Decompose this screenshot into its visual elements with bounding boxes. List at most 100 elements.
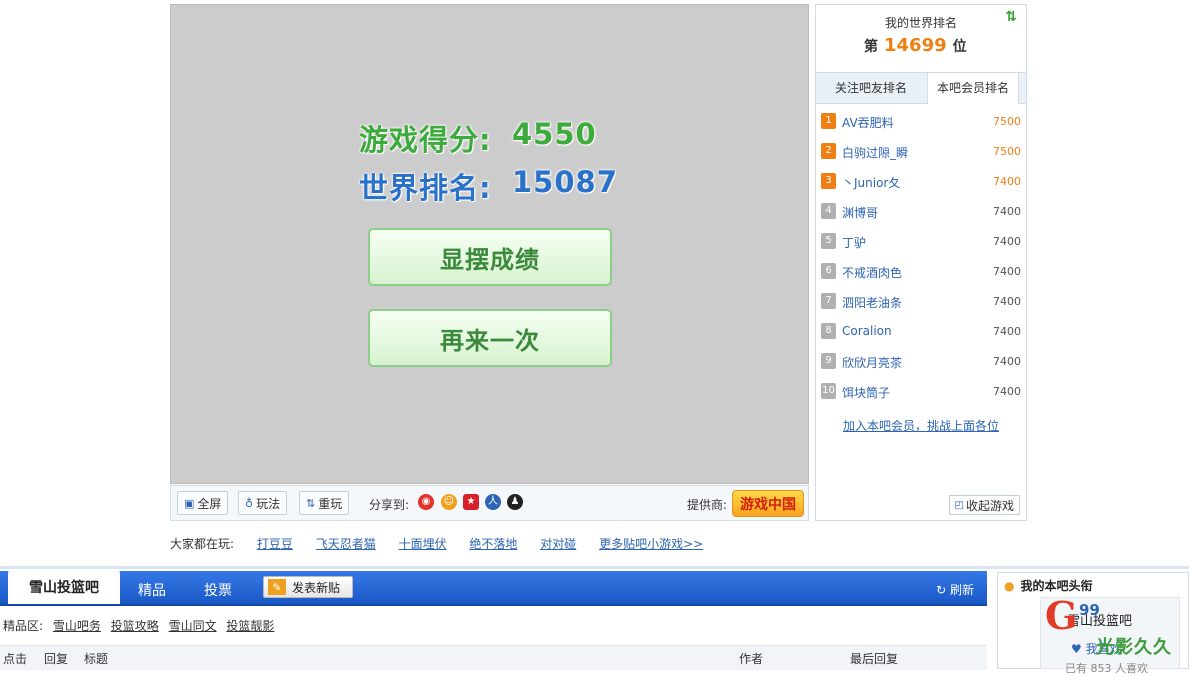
rank-score: 7500 bbox=[993, 145, 1021, 158]
join-members-link[interactable]: 加入本吧会员，挑战上面各位 bbox=[816, 417, 1026, 434]
rank-panel: 我的世界排名 ⇅ 第 14699 位 关注吧友排名 本吧会员排名 1 AV吞肥料 7… bbox=[815, 4, 1027, 521]
rank-score: 7400 bbox=[993, 295, 1021, 308]
rank-row: 4 渊博哥 7400 bbox=[821, 202, 1021, 222]
col-replies: 回复 bbox=[44, 652, 69, 666]
watermark-text: 光影久久 bbox=[1096, 637, 1172, 658]
replay-icon: ⇅ bbox=[306, 496, 316, 510]
everyone-playing-line: 大家都在玩: 打豆豆 飞天忍者猫 十面埋伏 绝不落地 对对碰 更多贴吧小游戏>> bbox=[170, 535, 703, 552]
watermark-logo: G bbox=[1045, 593, 1078, 638]
my-world-rank-title: 我的世界排名 bbox=[884, 16, 957, 30]
lightbulb-icon: ♁ bbox=[245, 496, 254, 510]
col-title: 标题 bbox=[84, 652, 109, 666]
tab-vote[interactable]: 投票 bbox=[204, 580, 232, 600]
rank-number: 2 bbox=[821, 143, 836, 159]
show-off-score-button[interactable]: 显摆成绩 bbox=[368, 228, 612, 286]
col-author: 作者 bbox=[739, 652, 764, 666]
rank-user-name[interactable]: 丶Junior夂 bbox=[842, 174, 900, 191]
rank-user-name[interactable]: 丁驴 bbox=[842, 234, 866, 251]
my-world-rank: 第 14699 位 bbox=[864, 35, 967, 56]
provider-label: 提供商: bbox=[687, 498, 728, 512]
featured-area-line: 精品区: 雪山吧务 投篮攻略 雪山同文 投篮靓影 bbox=[3, 617, 274, 634]
rank-number: 5 bbox=[821, 233, 836, 249]
replay-button[interactable]: ⇅ 重玩 bbox=[299, 491, 350, 515]
tab-friends-rank[interactable]: 关注吧友排名 bbox=[828, 73, 914, 103]
featured-link[interactable]: 投篮靓影 bbox=[226, 619, 274, 633]
rank-score: 7400 bbox=[993, 325, 1021, 338]
tab-members-rank[interactable]: 本吧会员排名 bbox=[927, 73, 1019, 104]
collapse-game-label: 收起游戏 bbox=[965, 498, 1014, 513]
rank-user-name[interactable]: 饵块筒子 bbox=[842, 384, 890, 401]
thread-table-header: 点击 回复 标题 作者 最后回复 bbox=[0, 645, 987, 670]
rank-row: 5 丁驴 7400 bbox=[821, 232, 1021, 252]
rank-user-name[interactable]: 欣欣月亮茶 bbox=[842, 354, 902, 371]
tab-forum-home[interactable]: 雪山投篮吧 bbox=[8, 570, 120, 604]
forum-refresh-button[interactable]: ↻ 刷新 bbox=[936, 581, 974, 598]
play-again-button[interactable]: 再来一次 bbox=[368, 309, 612, 367]
world-rank-label: 世界排名: bbox=[359, 171, 492, 205]
howto-label: 玩法 bbox=[256, 496, 281, 511]
world-rank-value: 15087 bbox=[512, 165, 618, 199]
qq-icon[interactable]: ♟ bbox=[507, 494, 523, 510]
join-members-link-text[interactable]: 加入本吧会员，挑战上面各位 bbox=[843, 419, 999, 433]
game-score-row: 游戏得分: 4550 bbox=[359, 117, 596, 159]
col-clicks: 点击 bbox=[3, 652, 28, 666]
rank-number: 10 bbox=[821, 383, 836, 399]
forum-title-heading: ● 我的本吧头衔 bbox=[1004, 577, 1093, 594]
rank-row: 6 不戒酒肉色 7400 bbox=[821, 262, 1021, 282]
watermark-logo-number: 99 bbox=[1079, 601, 1100, 619]
heart-icon: ♥ bbox=[1071, 642, 1082, 656]
rank-prefix: 第 bbox=[864, 39, 878, 55]
rank-number: 3 bbox=[821, 173, 836, 189]
rank-score: 7400 bbox=[993, 385, 1021, 398]
more-games-link[interactable]: 更多贴吧小游戏>> bbox=[599, 537, 703, 551]
medal-icon: ● bbox=[1004, 578, 1015, 593]
howto-button[interactable]: ♁ 玩法 bbox=[238, 491, 288, 515]
rank-user-name[interactable]: 泗阳老油条 bbox=[842, 294, 902, 311]
game-link-ninja-cat[interactable]: 飞天忍者猫 bbox=[316, 537, 376, 551]
rank-number: 6 bbox=[821, 263, 836, 279]
divider bbox=[0, 566, 1189, 569]
fullscreen-label: 全屏 bbox=[197, 496, 222, 511]
new-post-button[interactable]: ✎ 发表新贴 bbox=[263, 576, 353, 598]
game-link-never-land[interactable]: 绝不落地 bbox=[469, 537, 517, 551]
rank-number: 8 bbox=[821, 323, 836, 339]
qzone-icon[interactable]: ★ bbox=[463, 494, 479, 510]
tencent-weibo-icon[interactable]: ☺ bbox=[441, 494, 457, 510]
rank-row: 2 白驹过隙_瞬 7500 bbox=[821, 142, 1021, 162]
world-rank-row: 世界排名: 15087 bbox=[359, 165, 617, 207]
rank-user-name[interactable]: 白驹过隙_瞬 bbox=[842, 144, 908, 161]
rank-score: 7400 bbox=[993, 235, 1021, 248]
collapse-game-button[interactable]: ◰ 收起游戏 bbox=[948, 495, 1020, 515]
fullscreen-button[interactable]: ▣ 全屏 bbox=[177, 491, 229, 515]
rank-user-name[interactable]: 渊博哥 bbox=[842, 204, 878, 221]
featured-link[interactable]: 雪山同文 bbox=[169, 619, 217, 633]
rank-user-name[interactable]: AV吞肥料 bbox=[842, 114, 894, 131]
rank-tabs: 关注吧友排名 本吧会员排名 bbox=[816, 72, 1026, 104]
refresh-icon[interactable]: ⇅ bbox=[1005, 9, 1017, 25]
rank-number: 9 bbox=[821, 353, 836, 369]
game-link-match[interactable]: 对对碰 bbox=[540, 537, 576, 551]
game-score-label: 游戏得分: bbox=[359, 123, 492, 157]
game-link-dadoudou[interactable]: 打豆豆 bbox=[257, 537, 293, 551]
share-label: 分享到: bbox=[369, 498, 410, 512]
rank-row: 9 欣欣月亮茶 7400 bbox=[821, 352, 1021, 372]
game-link-ambush[interactable]: 十面埋伏 bbox=[399, 537, 447, 551]
renren-icon[interactable]: 人 bbox=[485, 494, 501, 510]
game-canvas[interactable]: 游戏得分: 4550 世界排名: 15087 显摆成绩 再来一次 bbox=[170, 4, 809, 484]
forum-nav-bar: 雪山投篮吧 精品 投票 ✎ 发表新贴 ↻ 刷新 bbox=[0, 570, 987, 606]
fullscreen-icon: ▣ bbox=[184, 496, 195, 510]
rank-suffix: 位 bbox=[952, 39, 967, 55]
tab-featured[interactable]: 精品 bbox=[138, 580, 166, 600]
rank-score: 7500 bbox=[993, 115, 1021, 128]
rank-row: 8 Coralion 7400 bbox=[821, 322, 1021, 342]
featured-link[interactable]: 雪山吧务 bbox=[53, 619, 101, 633]
rank-user-name[interactable]: Coralion bbox=[842, 324, 892, 338]
weibo-icon[interactable]: ◉ bbox=[418, 494, 434, 510]
replay-label: 重玩 bbox=[318, 496, 343, 511]
new-post-label: 发表新贴 bbox=[292, 580, 341, 595]
provider-logo[interactable]: 游戏中国 bbox=[732, 490, 804, 517]
refresh-icon: ↻ bbox=[936, 583, 947, 597]
featured-link[interactable]: 投篮攻略 bbox=[111, 619, 159, 633]
pencil-icon: ✎ bbox=[268, 579, 286, 595]
rank-user-name[interactable]: 不戒酒肉色 bbox=[842, 264, 902, 281]
